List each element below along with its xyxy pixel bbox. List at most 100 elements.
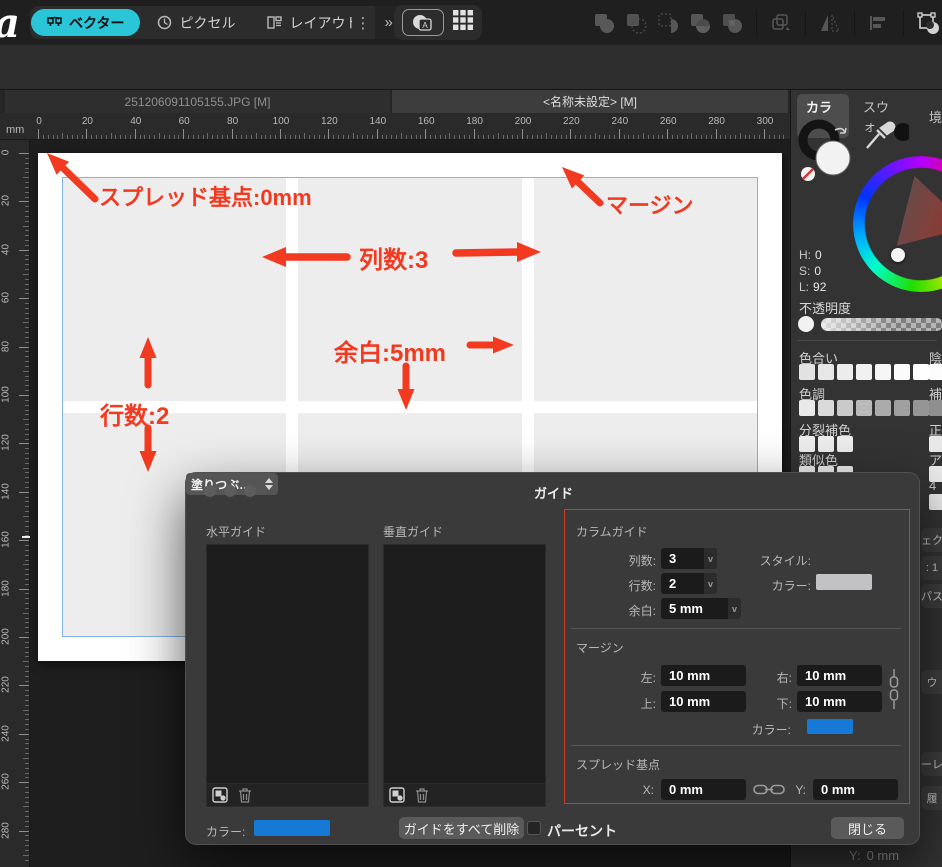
clipped-panel-tab[interactable]: 履 [921, 786, 942, 810]
color-swatch[interactable] [929, 494, 942, 510]
vertical-ruler[interactable]: 020406080100120140160180200220240260280 [0, 140, 30, 867]
ruler-tick [585, 135, 586, 139]
character-panel-button[interactable]: A [402, 9, 444, 36]
ruler-tick [25, 439, 29, 440]
ruler-tick [25, 351, 29, 352]
ruler-tick [25, 739, 29, 740]
ruler-tick [25, 293, 29, 294]
ruler-tick [25, 705, 29, 706]
align-icon[interactable] [867, 11, 891, 35]
color-swatch[interactable] [856, 400, 872, 416]
transform-mode-icon[interactable] [916, 10, 942, 36]
color-swatch[interactable] [837, 436, 853, 452]
color-swatch[interactable] [894, 364, 910, 380]
color-swatch[interactable] [913, 400, 929, 416]
ruler-tick [53, 135, 54, 139]
clipped-panel-tab[interactable]: ーレ [921, 752, 942, 776]
flip-icon[interactable] [818, 11, 842, 35]
ruler-tick [38, 129, 39, 139]
boolean-intersect-icon[interactable] [656, 11, 680, 35]
color-swatch[interactable] [929, 364, 942, 380]
ruler-number: 280 [706, 116, 728, 127]
color-swatch[interactable] [799, 364, 815, 380]
color-swatch[interactable] [929, 400, 942, 416]
ruler-tick [362, 135, 363, 139]
color-swatch[interactable] [913, 364, 929, 380]
ruler-tick [488, 135, 489, 139]
svg-text:A: A [422, 21, 428, 30]
ruler-number: 60 [173, 116, 195, 127]
ruler-tick [425, 129, 426, 139]
ruler-tick [232, 129, 233, 139]
vertical-guides-list[interactable] [383, 544, 546, 784]
color-swatch[interactable] [894, 400, 910, 416]
color-swatch[interactable] [818, 364, 834, 380]
horizontal-guides-list[interactable] [206, 544, 369, 784]
ruler-tick [25, 448, 29, 449]
fill-stroke-selector[interactable] [795, 118, 865, 188]
clipped-panel-tab[interactable]: : 1 [921, 556, 942, 580]
boolean-divide-icon[interactable] [688, 11, 712, 35]
color-swatch[interactable] [818, 400, 834, 416]
color-swatch[interactable] [837, 400, 853, 416]
ruler-tick [25, 482, 29, 483]
clipped-panel-tab[interactable]: ウ [921, 670, 942, 694]
ruler-tick [25, 622, 29, 623]
eyedropper-tool[interactable] [863, 120, 909, 152]
color-swatch[interactable] [837, 364, 853, 380]
opacity-slider-knob[interactable] [798, 316, 814, 332]
persona-more-menu[interactable]: ⋮ [352, 6, 374, 39]
ruler-tick [614, 135, 615, 139]
harmony-swatch-row [799, 364, 929, 380]
ruler-tick [25, 327, 29, 328]
trash-icon[interactable] [415, 787, 429, 803]
layer-order-icon[interactable] [769, 11, 793, 35]
ruler-number: 120 [1, 428, 12, 458]
boolean-subtract-icon[interactable] [624, 11, 648, 35]
ruler-tick [25, 584, 29, 585]
ruler-tick [454, 135, 455, 139]
close-dialog-button[interactable]: 閉じる [831, 817, 904, 839]
ruler-tick [25, 603, 29, 604]
ruler-tick [367, 135, 368, 139]
horizontal-ruler[interactable]: 0204060801001201401601802002202402602803… [0, 113, 790, 140]
picked-color-well[interactable] [894, 123, 909, 141]
ruler-tick [25, 264, 29, 265]
tab-clipped[interactable]: 境 [929, 107, 942, 126]
percent-checkbox[interactable] [527, 821, 541, 835]
document-tab-active[interactable]: <名称未設定> [M] [392, 90, 788, 113]
layout-icon [267, 15, 282, 30]
clipped-panel-tab[interactable]: パス [921, 584, 942, 608]
color-swatch[interactable] [856, 364, 872, 380]
ruler-tick [23, 710, 29, 711]
trash-icon[interactable] [238, 787, 252, 803]
ruler-tick [498, 133, 499, 139]
add-guide-icon[interactable] [212, 787, 228, 803]
ruler-tick [25, 356, 29, 357]
persona-tab-pixel[interactable]: ピクセル [141, 6, 251, 39]
ruler-tick [25, 763, 29, 764]
l-value: 92 [809, 280, 826, 294]
ruler-tick [440, 135, 441, 139]
boolean-add-icon[interactable] [592, 11, 616, 35]
ruler-tick [493, 135, 494, 139]
opacity-slider-track[interactable] [821, 318, 942, 331]
color-swatch[interactable] [799, 400, 815, 416]
document-tab[interactable]: 251206091105155.JPG [M] [5, 90, 390, 113]
ruler-tick [391, 135, 392, 139]
guide-color-swatch[interactable] [254, 820, 330, 836]
ruler-number: 260 [1, 767, 12, 797]
studio-grid-button[interactable] [452, 9, 474, 36]
color-swatch[interactable] [875, 400, 891, 416]
color-wheel-handle[interactable] [891, 248, 905, 262]
clipped-panel-tab[interactable]: ェク [921, 528, 942, 552]
persona-tab-vector[interactable]: ベクター [31, 9, 140, 36]
add-guide-icon[interactable] [389, 787, 405, 803]
vertical-guides-label: 垂直ガイド [383, 523, 443, 540]
ruler-number: 100 [270, 116, 292, 127]
delete-all-guides-button[interactable]: ガイドをすべて削除 [399, 817, 524, 839]
ruler-tick [25, 821, 29, 822]
color-swatch[interactable] [875, 364, 891, 380]
ruler-tick [25, 676, 29, 677]
boolean-combine-icon[interactable] [720, 11, 744, 35]
